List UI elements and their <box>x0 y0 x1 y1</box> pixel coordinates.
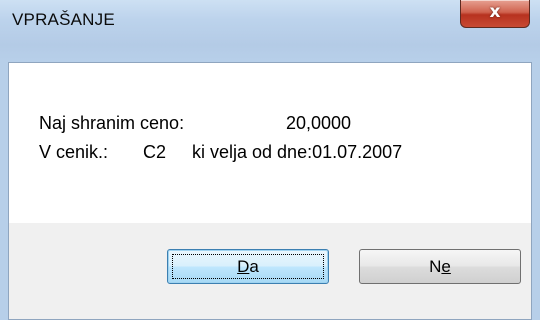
yes-button-label: a <box>249 257 259 276</box>
close-button[interactable]: x <box>460 0 530 28</box>
yes-button[interactable]: Da <box>167 249 329 284</box>
valid-from-text: ki velja od dne:01.07.2007 <box>192 142 403 162</box>
close-icon: x <box>489 2 501 22</box>
dialog-title: VPRAŠANJE <box>12 10 115 29</box>
dialog-client-area: Naj shranim ceno: 20,0000 V cenik.: C2 k… <box>8 62 532 320</box>
yes-button-accel: D <box>237 257 250 276</box>
no-button[interactable]: Ne <box>359 249 521 284</box>
price-question-label: Naj shranim ceno: <box>39 113 185 133</box>
message-area: Naj shranim ceno: 20,0000 V cenik.: C2 k… <box>9 63 531 223</box>
dialog-window: VPRAŠANJE x Naj shranim ceno: 20,0000 V … <box>0 0 540 320</box>
no-button-accel: e <box>441 257 451 276</box>
pricelist-value: C2 <box>143 142 167 162</box>
no-button-label: N <box>429 257 442 276</box>
pricelist-label: V cenik.: <box>39 142 109 162</box>
price-value: 20,0000 <box>286 113 352 133</box>
